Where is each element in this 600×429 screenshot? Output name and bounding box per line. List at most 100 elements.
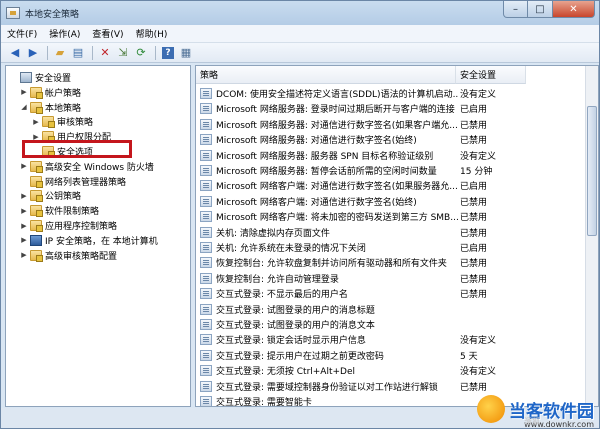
tree-item-label: 公钥策略 xyxy=(45,192,82,203)
export-list-button[interactable]: ⇲ xyxy=(115,45,131,61)
scrollbar-thumb[interactable] xyxy=(587,106,597,236)
table-row[interactable]: 交互式登录: 无须按 Ctrl+Alt+Del 没有定义 xyxy=(196,363,598,378)
expand-arrow-icon[interactable]: ▶ xyxy=(20,251,28,259)
policy-setting: 已禁用 xyxy=(460,197,488,208)
policy-setting: 没有定义 xyxy=(460,336,497,347)
tree-item-label: 软件限制策略 xyxy=(45,207,100,218)
policy-icon xyxy=(200,149,212,161)
policy-setting: 已禁用 xyxy=(460,382,488,393)
properties-button[interactable]: ▦ xyxy=(178,45,194,61)
delete-button[interactable]: ✕ xyxy=(97,45,113,61)
folder-icon xyxy=(30,205,43,218)
policy-icon xyxy=(200,195,212,207)
policy-icon xyxy=(200,288,212,300)
table-row[interactable]: 交互式登录: 提示用户在过期之前更改密码 5 天 xyxy=(196,348,598,363)
refresh-button[interactable]: ⟳ xyxy=(133,45,149,61)
tree-item[interactable]: ▶ IP 安全策略，在 本地计算机 xyxy=(20,233,158,248)
expand-arrow-icon[interactable]: ▶ xyxy=(20,162,28,170)
policy-icon xyxy=(200,319,212,330)
policy-name: 恢复控制台: 允许自动管理登录 xyxy=(216,274,339,285)
table-row[interactable]: Microsoft 网络客户端: 对通信进行数字签名(始终) 已禁用 xyxy=(196,194,598,209)
table-row[interactable]: Microsoft 网络客户端: 对通信进行数字签名(如果服务器允... 已启用 xyxy=(196,178,598,193)
menu-action[interactable]: 操作(A) xyxy=(43,27,86,40)
tree-item-label: 本地策略 xyxy=(45,103,82,114)
tree-item[interactable]: ▶ 审核策略 xyxy=(32,114,93,129)
policy-setting: 已启用 xyxy=(460,244,488,254)
table-row[interactable]: Microsoft 网络服务器: 对通信进行数字签名(如果客户端允... 已禁用 xyxy=(196,117,598,132)
expand-arrow-icon[interactable]: ▶ xyxy=(20,207,28,215)
table-row[interactable]: Microsoft 网络服务器: 对通信进行数字签名(始终) 已禁用 xyxy=(196,132,598,147)
policy-icon xyxy=(200,118,212,130)
tree-item[interactable]: 网络列表管理器策略 xyxy=(20,174,126,189)
tree-item-label: 应用程序控制策略 xyxy=(45,222,118,232)
forward-button[interactable]: ▶ xyxy=(25,45,41,61)
expand-arrow-icon[interactable]: ▶ xyxy=(20,236,28,244)
table-row[interactable]: 交互式登录: 需要域控制器身份验证以对工作站进行解锁 已禁用 xyxy=(196,379,598,394)
table-row[interactable]: DCOM: 使用安全描述符定义语言(SDDL)语法的计算机启动... 没有定义 xyxy=(196,86,598,101)
app-window: 本地安全策略 – □ ✕ 文件(F) 操作(A) 查看(V) 帮助(H) ◀ ▶… xyxy=(0,0,600,429)
policy-icon xyxy=(200,134,212,146)
policy-setting: 已启用 xyxy=(460,182,488,193)
table-row[interactable]: Microsoft 网络服务器: 登录时间过期后断开与客户端的连接 已启用 xyxy=(196,101,598,116)
window-title: 本地安全策略 xyxy=(25,9,80,20)
table-row[interactable]: 交互式登录: 锁定会话时显示用户信息 没有定义 xyxy=(196,332,598,347)
tree-item[interactable]: ▶ 高级审核策略配置 xyxy=(20,248,117,263)
tree-item[interactable]: ▶ 帐户策略 xyxy=(20,85,81,100)
expand-arrow-icon[interactable]: ◢ xyxy=(20,103,28,111)
menu-view[interactable]: 查看(V) xyxy=(86,27,129,40)
vertical-scrollbar[interactable] xyxy=(585,66,598,406)
policy-name: DCOM: 使用安全描述符定义语言(SDDL)语法的计算机启动... xyxy=(216,90,458,100)
policy-list: 策略 安全设置 DCOM: 使用安全描述符定义语言(SDDL)语法的计算机启动.… xyxy=(195,65,599,407)
menu-file[interactable]: 文件(F) xyxy=(1,27,43,40)
minimize-button[interactable]: – xyxy=(503,1,528,18)
maximize-button[interactable]: □ xyxy=(528,1,553,18)
properties-icon: ▦ xyxy=(180,46,192,59)
title-bar[interactable]: 本地安全策略 – □ ✕ xyxy=(1,1,599,25)
policy-setting: 已禁用 xyxy=(460,136,488,147)
policy-icon xyxy=(200,180,212,192)
expand-arrow-icon[interactable]: ▶ xyxy=(32,118,40,126)
column-header-policy[interactable]: 策略 xyxy=(196,66,456,84)
tree-item-label: 网络列表管理器策略 xyxy=(45,177,127,188)
column-header-setting[interactable]: 安全设置 xyxy=(456,66,526,84)
back-button[interactable]: ◀ xyxy=(7,45,23,61)
folder-icon xyxy=(30,190,43,203)
watermark-brand: 当客软件园 xyxy=(509,401,594,422)
tree-item[interactable]: ▶ 应用程序控制策略 xyxy=(20,218,117,233)
policy-name: Microsoft 网络客户端: 对通信进行数字签名(始终) xyxy=(216,197,417,208)
table-row[interactable]: 恢复控制台: 允许自动管理登录 已禁用 xyxy=(196,271,598,286)
tree-item[interactable]: ◢ 本地策略 xyxy=(20,100,81,115)
help-icon: ? xyxy=(162,46,174,59)
table-row[interactable]: 交互式登录: 试图登录的用户的消息文本 xyxy=(196,317,598,332)
tree-item[interactable]: 安全设置 xyxy=(10,70,71,85)
help-button[interactable]: ? xyxy=(160,45,176,61)
policy-icon xyxy=(200,349,212,361)
tree-item[interactable]: ▶ 公钥策略 xyxy=(20,188,81,203)
table-row[interactable]: 关机: 允许系统在未登录的情况下关闭 已启用 xyxy=(196,240,598,255)
maximize-icon: □ xyxy=(535,3,545,15)
tree-item[interactable]: ▶ 软件限制策略 xyxy=(20,203,99,218)
policy-setting: 没有定义 xyxy=(460,90,497,100)
table-row[interactable]: Microsoft 网络客户端: 将未加密的密码发送到第三方 SMB... 已禁用 xyxy=(196,209,598,224)
show-tree-button[interactable]: ▤ xyxy=(70,45,86,61)
tree-item[interactable]: ▶ 高级安全 Windows 防火墙 xyxy=(20,159,154,174)
table-row[interactable]: Microsoft 网络服务器: 暂停会话前所需的空闲时间数量 15 分钟 xyxy=(196,163,598,178)
policy-setting: 5 天 xyxy=(460,351,478,362)
table-row[interactable]: Microsoft 网络服务器: 服务器 SPN 目标名称验证级别 没有定义 xyxy=(196,148,598,163)
table-row[interactable]: 关机: 清除虚拟内存页面文件 已禁用 xyxy=(196,225,598,240)
policy-setting: 已启用 xyxy=(460,105,488,116)
table-row[interactable]: 交互式登录: 试图登录的用户的消息标题 xyxy=(196,302,598,317)
table-row[interactable]: 交互式登录: 不显示最后的用户名 已禁用 xyxy=(196,286,598,301)
policy-icon xyxy=(200,365,212,377)
up-folder-button[interactable]: ▰ xyxy=(52,45,68,61)
expand-arrow-icon[interactable]: ▶ xyxy=(20,222,28,230)
policy-name: 恢复控制台: 允许软盘复制并访问所有驱动器和所有文件夹 xyxy=(216,259,447,270)
menu-help[interactable]: 帮助(H) xyxy=(130,27,174,40)
tree-item-label: 高级审核策略配置 xyxy=(45,251,118,262)
policy-icon xyxy=(200,103,212,115)
table-row[interactable]: 恢复控制台: 允许软盘复制并访问所有驱动器和所有文件夹 已禁用 xyxy=(196,255,598,270)
expand-arrow-icon[interactable]: ▶ xyxy=(20,88,28,96)
close-button[interactable]: ✕ xyxy=(553,1,595,18)
policy-icon xyxy=(200,211,212,223)
expand-arrow-icon[interactable]: ▶ xyxy=(20,192,28,200)
